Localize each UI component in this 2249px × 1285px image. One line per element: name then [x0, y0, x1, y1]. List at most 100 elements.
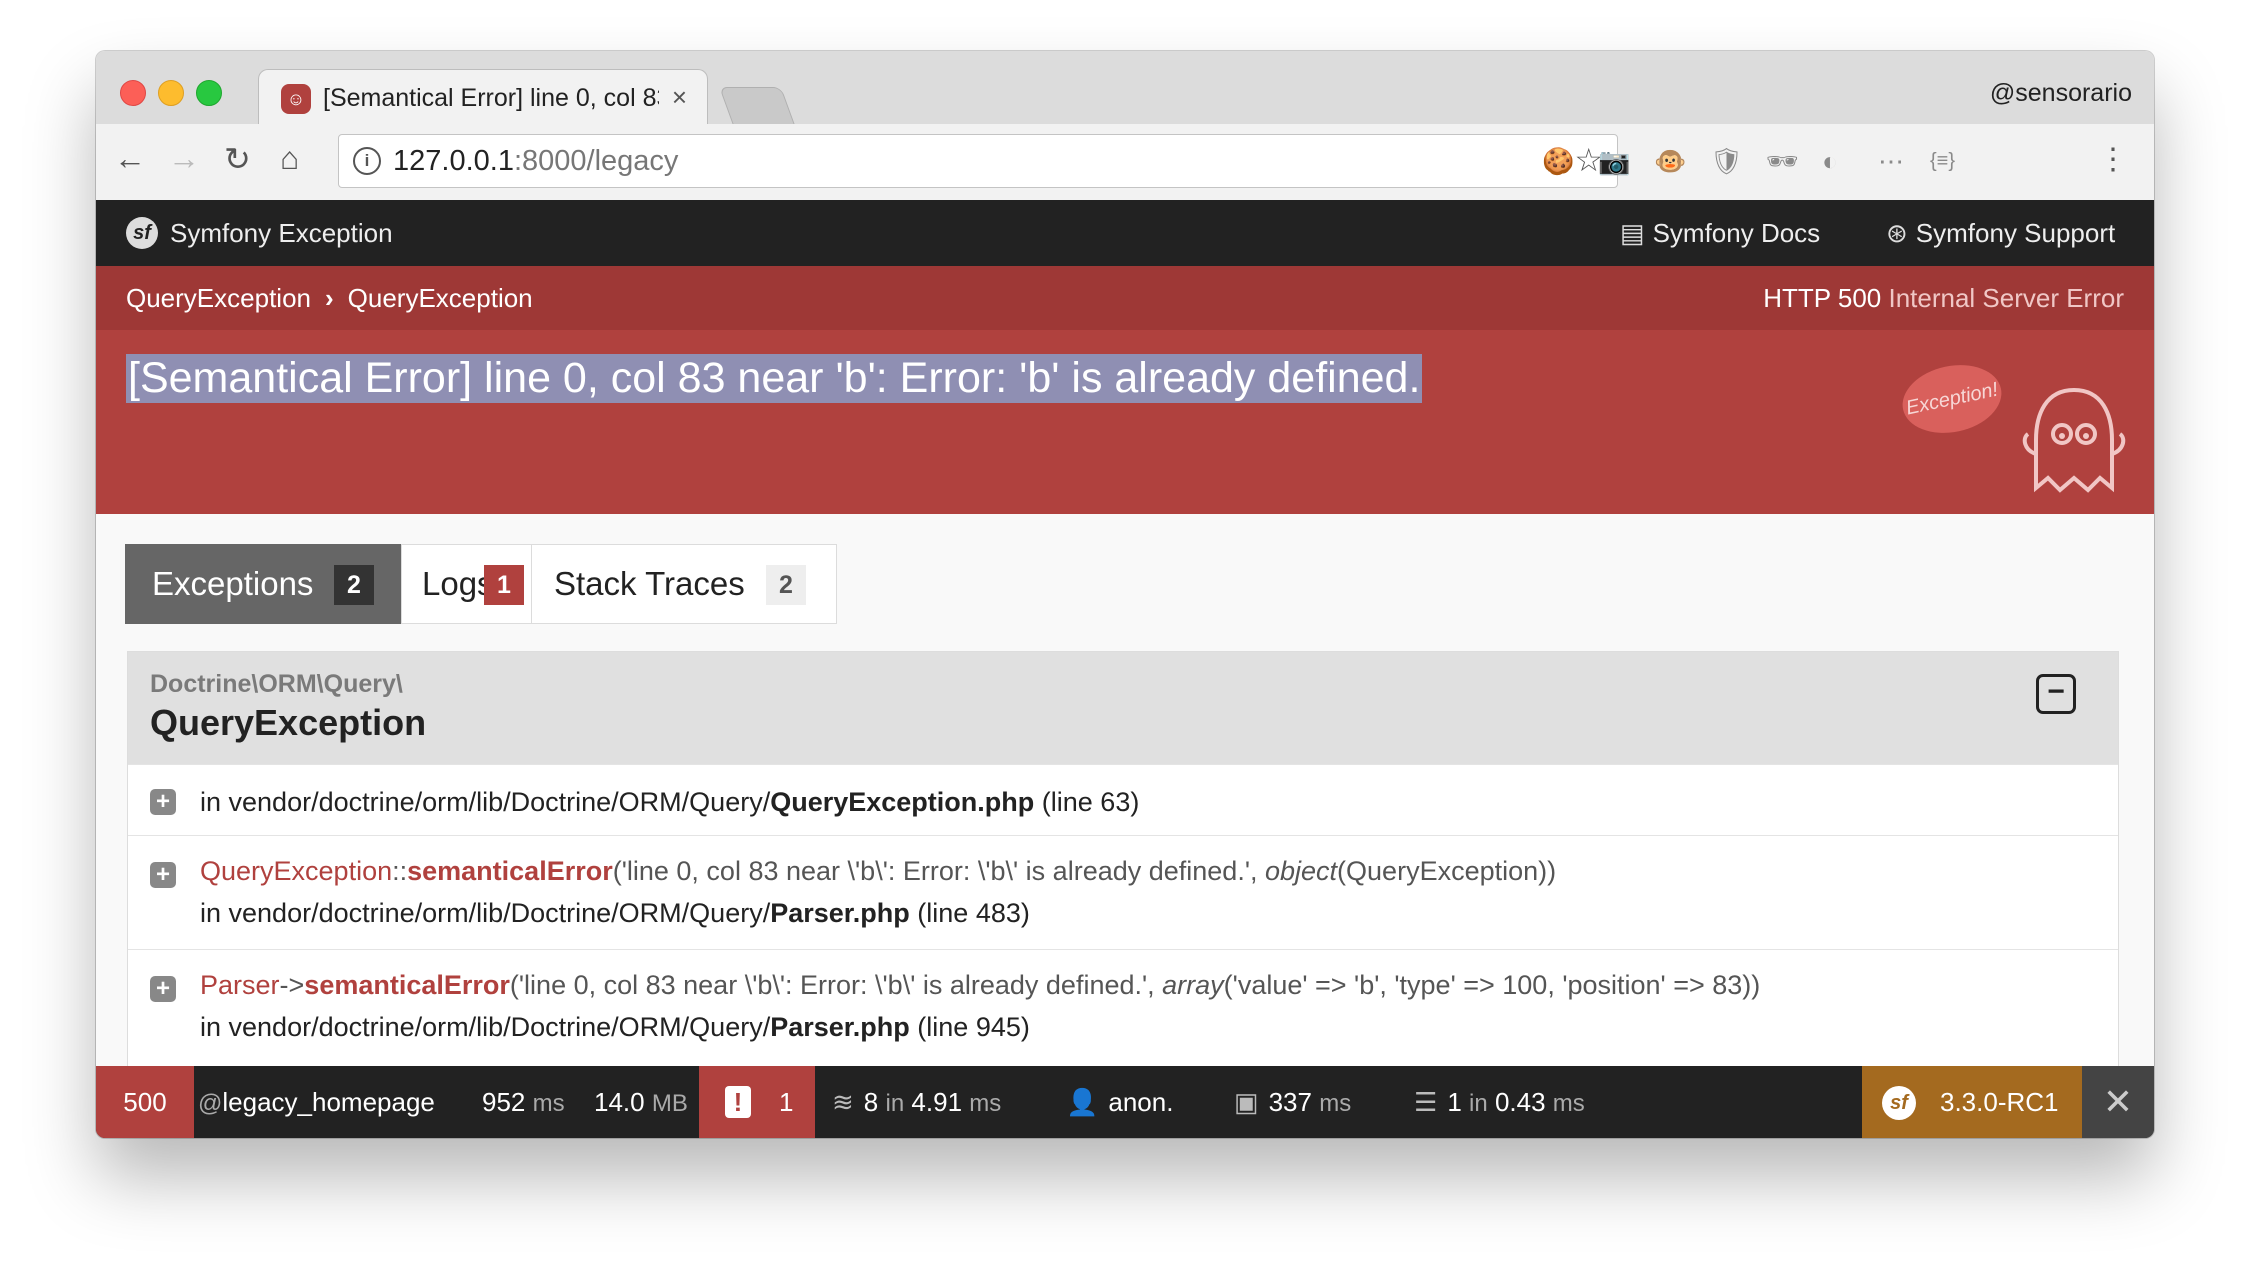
http-status-text: Internal Server Error [1888, 283, 2124, 313]
database-icon: ☰ [1414, 1087, 1438, 1117]
trace-call: QueryException::semanticalError('line 0,… [200, 856, 1556, 887]
trace-arg-type: object [1264, 856, 1338, 886]
tab-exceptions[interactable]: Exceptions 2 [125, 544, 403, 624]
wdt-forms[interactable]: ≋ 8 in 4.91 ms [832, 1066, 1001, 1138]
circle-extension-icon[interactable]: ◐ [1822, 146, 1838, 177]
wdt-status-code[interactable]: 500 [96, 1066, 194, 1138]
symfony-exception-title: Symfony Exception [170, 218, 393, 248]
trace-row[interactable]: + Parser->semanticalError('line 0, col 8… [128, 949, 2118, 1064]
shield-extension-icon[interactable]: 🛡 [1710, 146, 1743, 177]
incognito-extension-icon[interactable]: 🕶 [1766, 146, 1799, 177]
symfony-header: sf Symfony Exception ▤ Symfony Docs ⊛ Symf… [96, 200, 2154, 266]
trace-class: QueryException [200, 856, 393, 886]
wdt-twig[interactable]: ▣ 337 ms [1234, 1066, 1351, 1138]
trace-method: semanticalError [407, 856, 613, 886]
trace-file-line: in vendor/doctrine/orm/lib/Doctrine/ORM/… [200, 898, 1030, 929]
tab-title: [Semantical Error] line 0, col 83 near '… [323, 84, 659, 112]
tab-count: 2 [766, 565, 806, 605]
trace-file-line: in vendor/doctrine/orm/lib/Doctrine/ORM/… [200, 787, 1139, 818]
trace-path: in vendor/doctrine/orm/lib/Doctrine/ORM/… [200, 787, 771, 817]
trace-args: ('line 0, col 83 near \'b\': Error: \'b\… [509, 970, 1163, 1000]
wdt-route-at: @ [198, 1090, 223, 1117]
wdt-symfony-version[interactable]: sf 3.3.0-RC1 [1862, 1066, 2082, 1138]
wdt-time-unit: ms [532, 1090, 565, 1117]
wdt-time-value: 952 [482, 1087, 526, 1117]
breadcrumb-item[interactable]: QueryException [126, 283, 311, 313]
new-tab-button[interactable] [719, 87, 795, 125]
wdt-database[interactable]: ☰ 1 in 0.43 ms [1414, 1066, 1585, 1138]
dots-extension-icon[interactable]: ⋯ [1878, 146, 1904, 177]
tab-label: Stack Traces [554, 565, 745, 602]
reload-icon[interactable]: ↻ [224, 140, 251, 178]
trace-args-end: (QueryException)) [1337, 856, 1557, 886]
expand-plus-icon[interactable]: + [150, 976, 176, 1002]
wdt-route-name: legacy_homepage [222, 1087, 435, 1117]
tab-logs[interactable]: Logs 1 [401, 544, 533, 624]
wdt-close-icon[interactable]: ✕ [2082, 1066, 2154, 1138]
minimize-window-button[interactable] [158, 80, 184, 106]
symfony-support-link[interactable]: ⊛ Symfony Support [1886, 218, 2115, 249]
cookie-extension-icon[interactable]: 🍪 [1542, 146, 1574, 177]
trace-row[interactable]: + in vendor/doctrine/orm/lib/Doctrine/OR… [128, 764, 2118, 836]
trace-file: QueryException.php [770, 787, 1035, 817]
user-icon: 👤 [1066, 1087, 1099, 1117]
tab-count: 1 [484, 565, 524, 605]
trace-path: in vendor/doctrine/orm/lib/Doctrine/ORM/… [200, 1012, 771, 1042]
wdt-forms-time: 4.91 [911, 1087, 963, 1117]
trace-call: Parser->semanticalError('line 0, col 83 … [200, 970, 1760, 1001]
exception-breadcrumb-bar: QueryException › QueryException HTTP 500 I… [96, 266, 2154, 330]
symfony-docs-link[interactable]: ▤ Symfony Docs [1620, 218, 1820, 249]
trace-line: (line 483) [917, 898, 1030, 928]
profile-name[interactable]: @sensorario [1990, 79, 2132, 108]
trace-file: Parser.php [770, 1012, 910, 1042]
wdt-user[interactable]: 👤 anon. [1066, 1066, 1173, 1138]
trace-file-line: in vendor/doctrine/orm/lib/Doctrine/ORM/… [200, 1012, 1030, 1043]
expand-plus-icon[interactable]: + [150, 789, 176, 815]
exception-panel: Doctrine\ORM\Query\ QueryException − + i… [127, 651, 2119, 1138]
lifebuoy-icon: ⊛ [1886, 218, 1908, 248]
browser-menu-icon[interactable]: ⋮ [2098, 142, 2128, 177]
wdt-exceptions[interactable]: ! 1 [699, 1066, 815, 1138]
json-extension-icon[interactable]: {≡} [1930, 150, 1955, 173]
wdt-route[interactable]: @legacy_homepage [198, 1066, 435, 1138]
symfony-docs-label: Symfony Docs [1652, 218, 1821, 248]
exception-namespace: Doctrine\ORM\Query\ [150, 670, 403, 698]
tab-stack-traces[interactable]: Stack Traces 2 [531, 544, 837, 624]
chevron-right-icon: › [324, 283, 334, 313]
close-window-button[interactable] [120, 80, 146, 106]
url-text[interactable]: 127.0.0.1:8000/legacy [393, 145, 678, 178]
maximize-window-button[interactable] [196, 80, 222, 106]
url-host: 127.0.0.1 [393, 145, 514, 177]
tab-label: Exceptions [152, 565, 314, 602]
trace-row[interactable]: + QueryException::semanticalError('line … [128, 835, 2118, 950]
wdt-twig-time: 337 [1268, 1087, 1312, 1117]
back-arrow-icon[interactable]: ← [114, 140, 146, 177]
collapse-toggle-icon[interactable]: − [2036, 674, 2076, 714]
wdt-exceptions-count: 1 [779, 1087, 794, 1117]
ghost-icon [2022, 387, 2126, 493]
wdt-version-label: 3.3.0-RC1 [1940, 1087, 2059, 1117]
wdt-time[interactable]: 952 ms [482, 1066, 565, 1138]
tab-close-icon[interactable]: × [672, 82, 687, 113]
symfony-logo-icon: sf [126, 217, 158, 249]
site-info-icon[interactable]: i [353, 147, 381, 175]
camera-extension-icon[interactable]: 📷 [1598, 146, 1630, 177]
expand-plus-icon[interactable]: + [150, 862, 176, 888]
trace-args: ('line 0, col 83 near \'b\': Error: \'b\… [612, 856, 1265, 886]
wdt-memory[interactable]: 14.0 MB [594, 1066, 688, 1138]
trace-method: semanticalError [304, 970, 510, 1000]
exception-message: [Semantical Error] line 0, col 83 near '… [126, 354, 1423, 403]
forward-arrow-icon[interactable]: → [168, 140, 200, 177]
trace-line: (line 945) [917, 1012, 1030, 1042]
trace-operator: -> [279, 970, 305, 1000]
trace-arg-type: array [1162, 970, 1224, 1000]
breadcrumb-item[interactable]: QueryException [348, 283, 533, 313]
address-bar[interactable]: i 127.0.0.1:8000/legacy ☆ [338, 134, 1618, 188]
trace-operator: :: [392, 856, 408, 886]
trace-path: in vendor/doctrine/orm/lib/Doctrine/ORM/… [200, 898, 771, 928]
symfony-support-label: Symfony Support [1915, 218, 2116, 248]
wdt-forms-unit: ms [969, 1090, 1002, 1117]
home-icon[interactable]: ⌂ [280, 140, 299, 177]
monkey-extension-icon[interactable]: 🐵 [1654, 146, 1686, 177]
browser-tab[interactable]: ☺ [Semantical Error] line 0, col 83 near… [258, 69, 708, 126]
